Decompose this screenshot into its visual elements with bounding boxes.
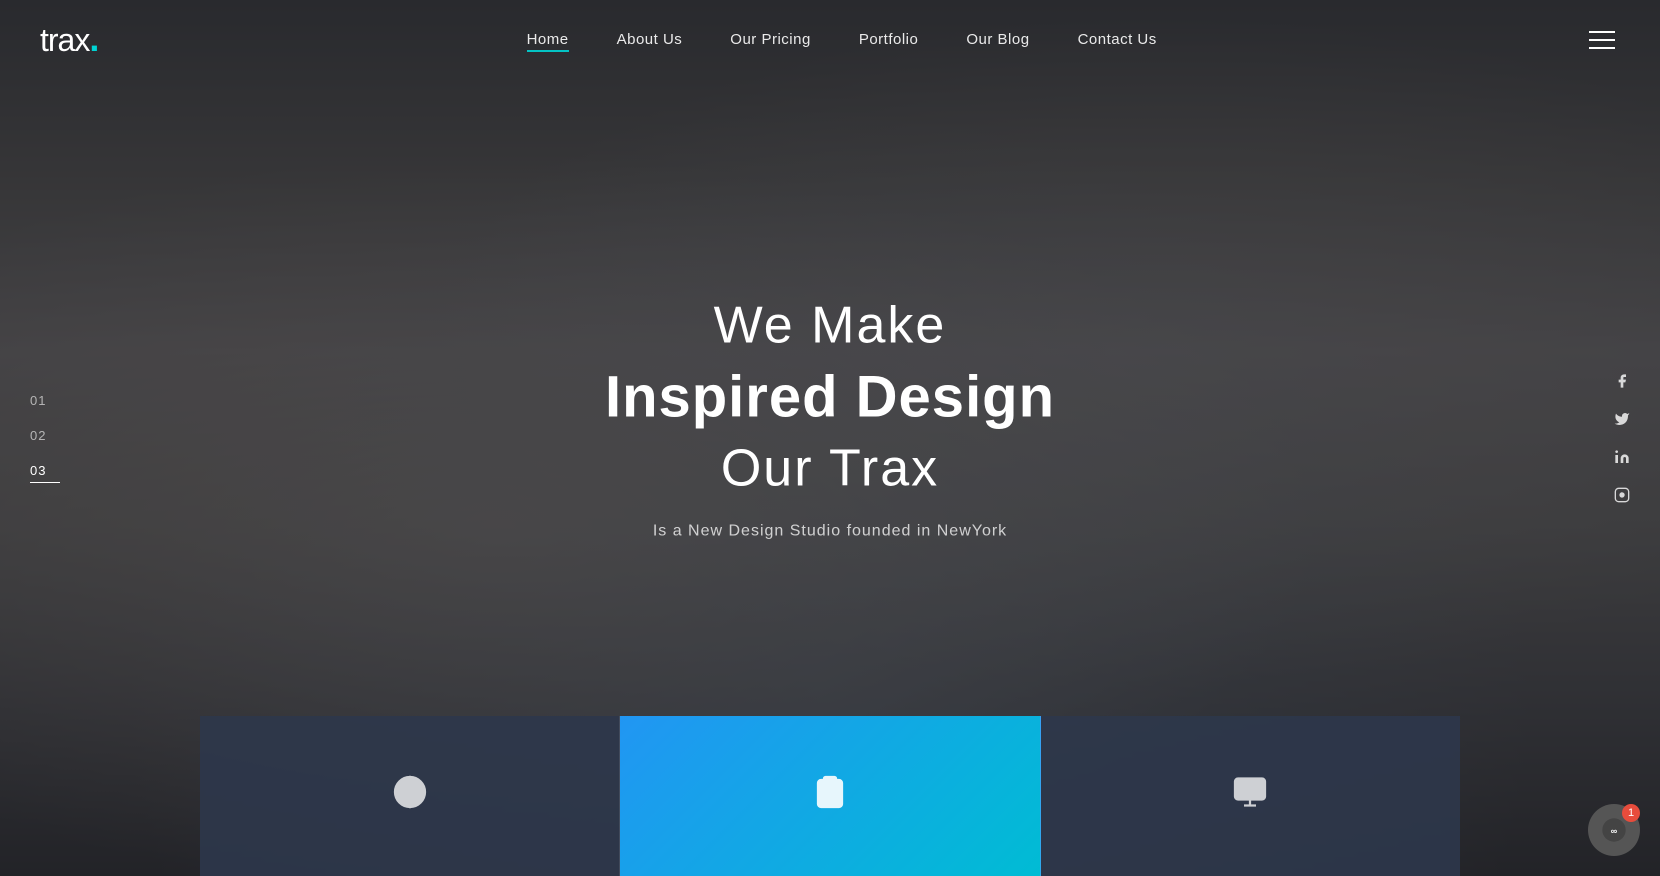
slide-indicators: 01 02 03 <box>30 393 60 483</box>
logo[interactable]: trax . <box>40 21 99 59</box>
nav-item-blog[interactable]: Our Blog <box>966 31 1029 49</box>
linkedin-icon[interactable] <box>1614 449 1630 465</box>
nav-link-home[interactable]: Home <box>527 31 569 52</box>
bottom-card-globe[interactable] <box>200 716 620 876</box>
nav-links: Home About Us Our Pricing Portfolio Our … <box>527 31 1157 49</box>
slide-01[interactable]: 01 <box>30 393 60 408</box>
logo-dot: . <box>89 21 99 57</box>
nav-item-home[interactable]: Home <box>527 31 569 49</box>
hero-line1: We Make <box>605 296 1055 356</box>
navbar: trax . Home About Us Our Pricing Portfol… <box>0 0 1660 80</box>
nav-link-pricing[interactable]: Our Pricing <box>730 31 811 48</box>
hero-line3: Our Trax <box>605 439 1055 499</box>
notification-badge[interactable]: ∞ 1 <box>1588 804 1640 856</box>
globe-icon <box>392 774 428 818</box>
nav-item-pricing[interactable]: Our Pricing <box>730 31 811 49</box>
hamburger-menu[interactable] <box>1584 26 1620 54</box>
slide-03[interactable]: 03 <box>30 463 60 483</box>
nav-link-about[interactable]: About Us <box>617 31 683 48</box>
clipboard-icon <box>812 774 848 818</box>
logo-text: trax <box>40 22 89 59</box>
notification-count: 1 <box>1622 804 1640 822</box>
svg-text:∞: ∞ <box>1611 826 1618 836</box>
monitor-icon <box>1232 774 1268 818</box>
bottom-card-monitor[interactable] <box>1041 716 1460 876</box>
hero-content: We Make Inspired Design Our Trax Is a Ne… <box>605 296 1055 541</box>
hero-subtitle: Is a New Design Studio founded in NewYor… <box>605 523 1055 541</box>
hero-line2: Inspired Design <box>605 364 1055 431</box>
nav-item-portfolio[interactable]: Portfolio <box>859 31 919 49</box>
instagram-icon[interactable] <box>1614 487 1630 503</box>
facebook-icon[interactable] <box>1614 373 1630 389</box>
nav-item-contact[interactable]: Contact Us <box>1078 31 1157 49</box>
nav-link-portfolio[interactable]: Portfolio <box>859 31 919 48</box>
nav-link-contact[interactable]: Contact Us <box>1078 31 1157 48</box>
nav-item-about[interactable]: About Us <box>617 31 683 49</box>
hamburger-line-1 <box>1589 31 1615 33</box>
hamburger-line-2 <box>1589 39 1615 41</box>
slide-02[interactable]: 02 <box>30 428 60 443</box>
twitter-icon[interactable] <box>1614 411 1630 427</box>
bottom-section <box>200 716 1460 876</box>
nav-link-blog[interactable]: Our Blog <box>966 31 1029 48</box>
bottom-card-clipboard[interactable] <box>620 716 1040 876</box>
hamburger-line-3 <box>1589 47 1615 49</box>
social-icons <box>1614 373 1630 503</box>
